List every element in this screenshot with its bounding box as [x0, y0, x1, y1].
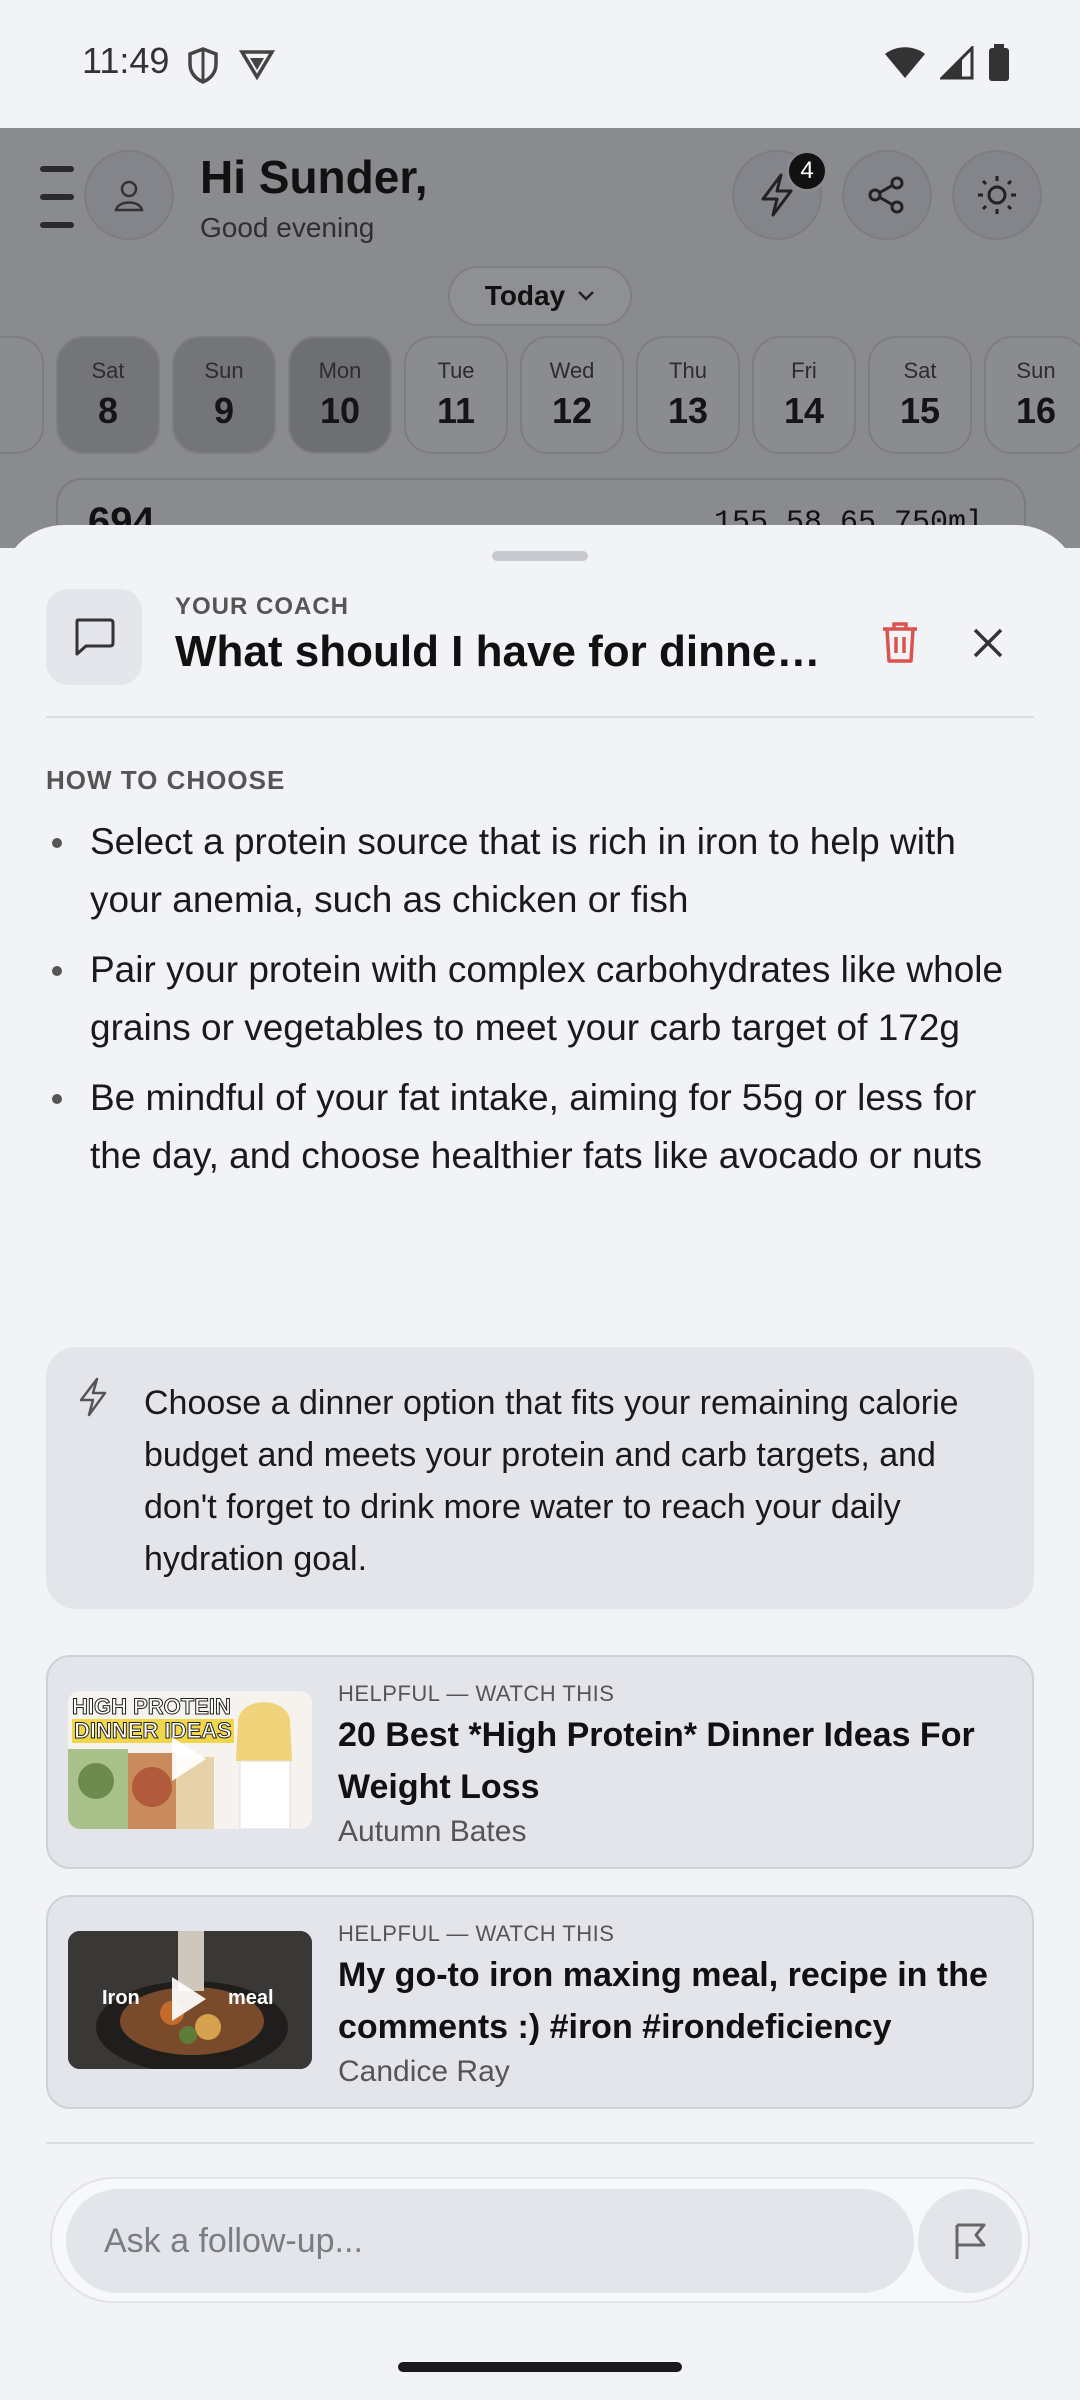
flag-icon — [955, 2223, 986, 2259]
drag-handle[interactable] — [492, 551, 588, 561]
coach-label: YOUR COACH — [175, 593, 350, 620]
close-button[interactable] — [960, 615, 1016, 671]
status-icons-right — [884, 44, 1010, 82]
chevron-down-icon — [578, 291, 595, 301]
wifi-icon — [885, 47, 925, 78]
video-title: My go-to iron maxing meal, recipe in the… — [338, 1956, 988, 2046]
tip-box: Choose a dinner option that fits your re… — [46, 1347, 1034, 1609]
background-app: Hi Sunder, Good evening 4 Today Sat 8 Sun… — [0, 128, 1080, 548]
day-item[interactable]: Sun 9 — [172, 336, 276, 454]
battery-icon — [989, 44, 1009, 81]
send-button[interactable] — [918, 2189, 1022, 2293]
day-item[interactable]: Fri 14 — [752, 336, 856, 454]
thumbnail-caption-left: Iron — [102, 1987, 140, 2009]
video-card[interactable]: HIGH PROTEIN DINNER IDEAS HELPFUL — WATC… — [46, 1655, 1034, 1869]
date-selector-label: Today — [484, 280, 566, 311]
coach-sheet: YOUR COACH What should I have for dinner… — [0, 525, 1080, 2400]
day-item[interactable] — [0, 336, 44, 454]
input-divider — [46, 2142, 1034, 2144]
video-thumbnail: HIGH PROTEIN DINNER IDEAS — [68, 1691, 312, 1829]
followup-bar — [50, 2177, 1030, 2303]
video-thumbnail: Iron meal — [68, 1931, 312, 2069]
share-button[interactable] — [842, 150, 932, 240]
video-kicker: HELPFUL — WATCH THIS — [338, 1921, 615, 1946]
home-indicator[interactable] — [398, 2362, 682, 2372]
video-card[interactable]: Iron meal HELPFUL — WATCH THIS My go-to … — [46, 1895, 1034, 2109]
video-author: Candice Ray — [338, 2055, 510, 2088]
status-time: 11:49 — [82, 40, 170, 81]
video-kicker: HELPFUL — WATCH THIS — [338, 1681, 615, 1706]
followup-input[interactable] — [66, 2189, 914, 2293]
vpn-icon — [238, 50, 276, 80]
profile-button[interactable] — [84, 150, 174, 240]
section-label: HOW TO CHOOSE — [46, 765, 286, 795]
chat-icon-box — [46, 589, 142, 685]
trash-icon — [883, 622, 917, 663]
user-icon — [114, 180, 144, 212]
status-bar: 11:49 — [0, 0, 1080, 128]
advice-item: Be mindful of your fat intake, aiming fo… — [46, 1069, 1036, 1185]
advice-list: Select a protein source that is rich in … — [46, 813, 1036, 1197]
day-item-selected[interactable]: Mon 10 — [288, 336, 392, 454]
day-item[interactable]: Tue 11 — [404, 336, 508, 454]
greeting-title: Hi Sunder, — [200, 151, 428, 203]
thumbnail-caption: HIGH PROTEIN DINNER IDEAS — [72, 1694, 234, 1743]
close-icon — [973, 628, 1003, 658]
advice-item: Select a protein source that is rich in … — [46, 813, 1036, 929]
date-selector[interactable]: Today — [448, 266, 632, 326]
day-strip: Sat 8 Sun 9 Mon 10 Tue 11 Wed 12 Thu 13 Fri 14 … — [0, 336, 1080, 454]
chat-bubble-icon — [75, 618, 115, 656]
header-divider — [46, 716, 1034, 718]
tip-text: Choose a dinner option that fits your re… — [144, 1384, 959, 1578]
day-item[interactable]: Thu 13 — [636, 336, 740, 454]
greeting-subtitle: Good evening — [200, 212, 375, 243]
advice-item: Pair your protein with complex carbohydr… — [46, 941, 1036, 1057]
menu-icon[interactable] — [40, 166, 74, 236]
video-author: Autumn Bates — [338, 1815, 527, 1848]
day-item[interactable]: Wed 12 — [520, 336, 624, 454]
play-icon — [172, 1737, 206, 1781]
play-icon — [172, 1977, 206, 2021]
notification-badge: 4 — [786, 150, 828, 192]
video-title: 20 Best *High Protein* Dinner Ideas For … — [338, 1716, 975, 1806]
shield-icon — [188, 47, 218, 84]
theme-button[interactable] — [952, 150, 1042, 240]
share-icon — [868, 176, 904, 214]
day-item[interactable]: Sun 16 — [984, 336, 1080, 454]
status-icons-left — [186, 46, 276, 84]
sun-icon — [978, 176, 1016, 214]
conversation-title: What should I have for dinner tonight? — [175, 627, 835, 676]
day-item[interactable]: Sat 8 — [56, 336, 160, 454]
delete-button[interactable] — [872, 615, 928, 671]
signal-icon — [940, 46, 974, 80]
thumbnail-caption-right: meal — [228, 1987, 274, 2009]
lightning-icon — [76, 1377, 110, 1422]
day-item[interactable]: Sat 15 — [868, 336, 972, 454]
